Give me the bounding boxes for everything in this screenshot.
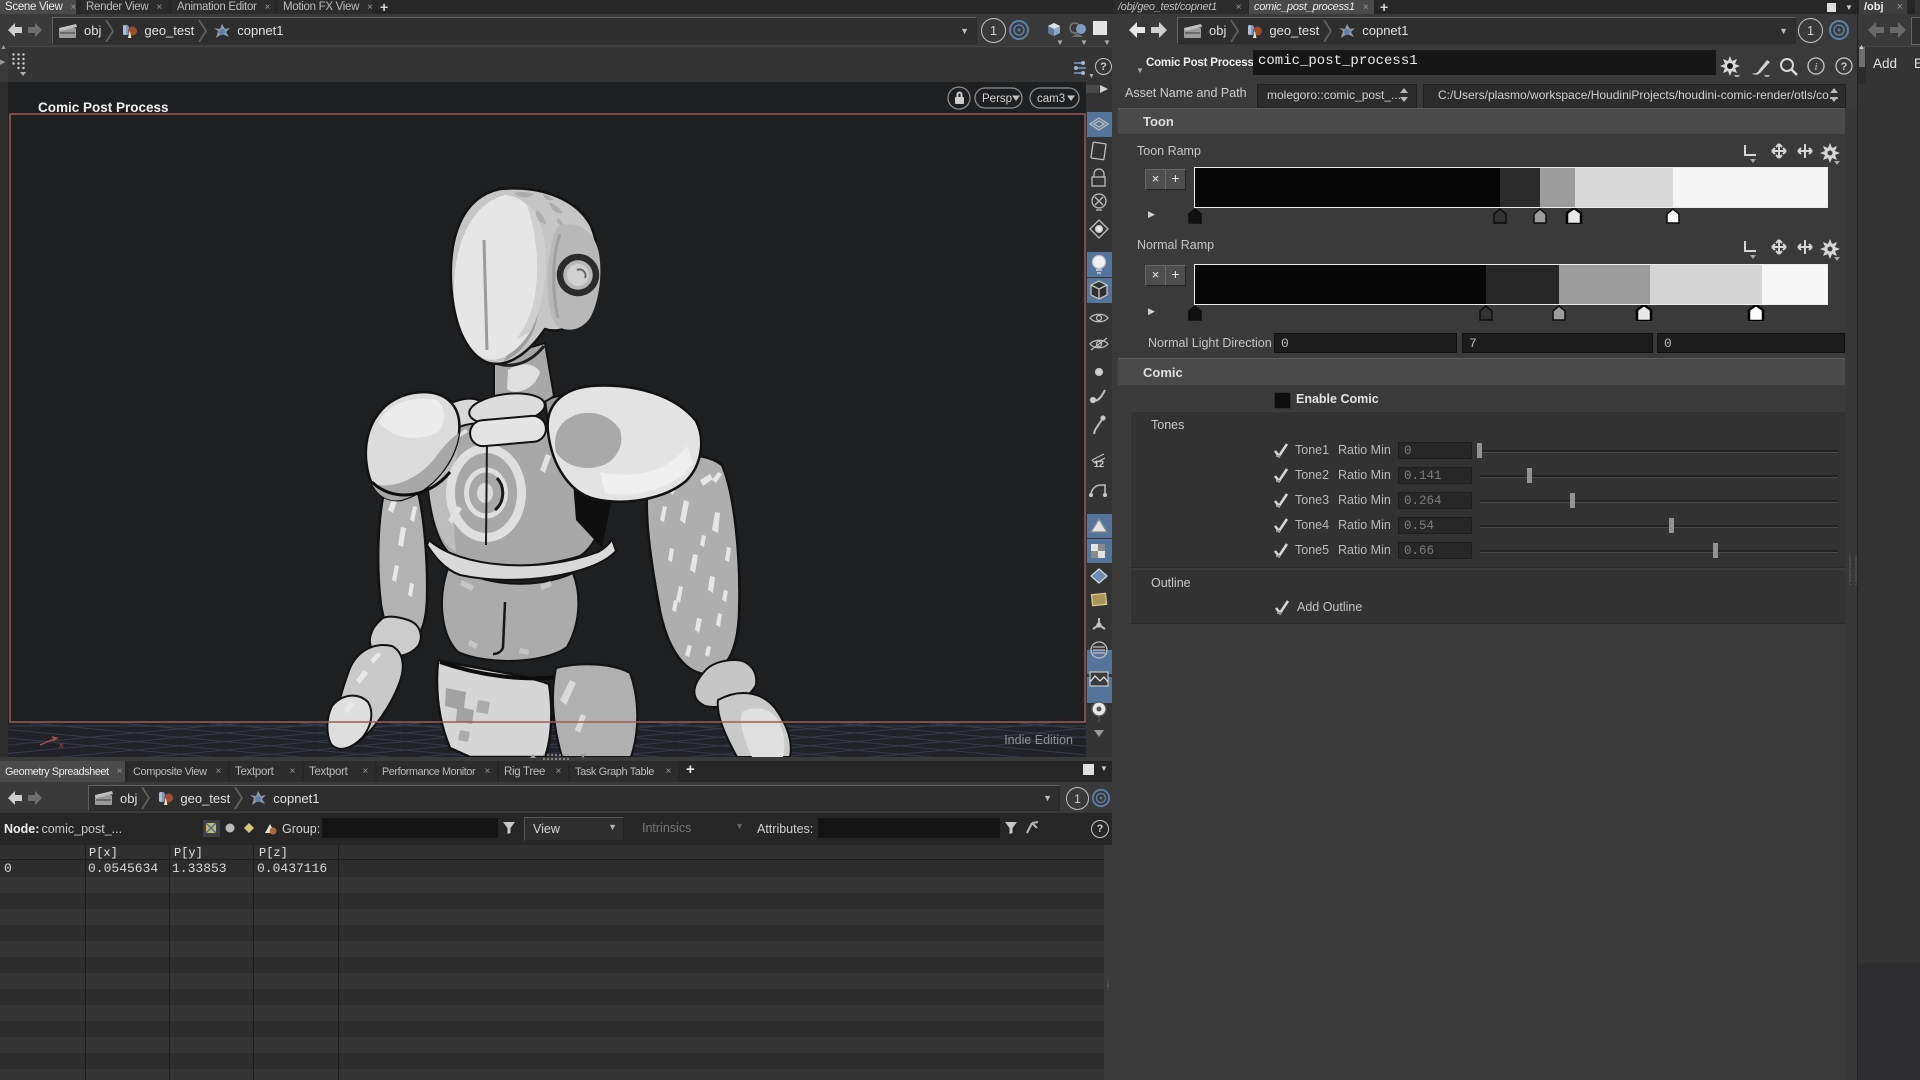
svg-text:x: x: [59, 740, 64, 750]
svg-text:12: 12: [1094, 459, 1104, 469]
svg-text:cam3: cam3: [1037, 93, 1065, 105]
svg-text:Persp: Persp: [982, 93, 1012, 105]
svg-text:Indie Edition: Indie Edition: [1004, 733, 1073, 747]
svg-text:i: i: [1814, 61, 1817, 73]
svg-text:?: ?: [1841, 61, 1848, 73]
svg-text:Comic Post Process: Comic Post Process: [38, 100, 169, 115]
